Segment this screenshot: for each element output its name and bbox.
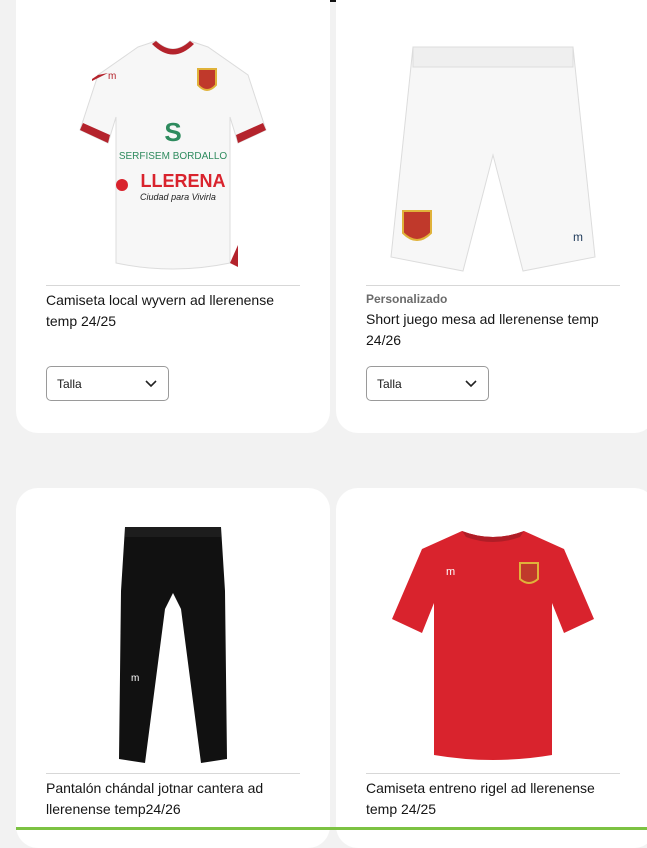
black-tracksuit-pants-icon: m [119,526,227,763]
svg-text:S: S [164,117,181,147]
sponsor-slogan: Ciudad para Vivirla [140,192,216,202]
svg-text:m: m [573,230,583,244]
product-image[interactable]: m S SERFISEM BORDALLO LLERENA Ciudad par… [46,30,300,280]
size-select[interactable]: Talla [366,366,489,401]
white-home-jersey-icon: m S SERFISEM BORDALLO LLERENA Ciudad par… [79,40,267,270]
divider [46,285,300,286]
product-tag: Personalizado [366,292,448,306]
product-card[interactable]: m S SERFISEM BORDALLO LLERENA Ciudad par… [16,0,330,433]
product-title[interactable]: Pantalón chándal jotnar cantera ad llere… [46,778,304,820]
chevron-down-icon [145,379,157,387]
size-select-label: Talla [377,376,402,391]
size-select[interactable]: Talla [46,366,169,401]
white-shorts-icon: m [390,46,596,272]
sponsor-text-1: SERFISEM BORDALLO [119,151,228,162]
product-card[interactable]: m Camiseta entreno rigel ad llerenense t… [336,488,647,848]
product-title[interactable]: Short juego mesa ad llerenense temp 24/2… [366,309,624,351]
product-image[interactable]: m [366,30,620,280]
divider [366,285,620,286]
svg-text:m: m [131,673,139,684]
product-title[interactable]: Camiseta entreno rigel ad llerenense tem… [366,778,624,820]
divider [46,773,300,774]
product-card[interactable]: m Pantalón chándal jotnar cantera ad lle… [16,488,330,848]
product-image[interactable]: m [46,518,300,768]
svg-text:m: m [446,566,455,578]
svg-text:m: m [108,71,116,82]
product-image[interactable]: m [366,518,620,768]
product-title[interactable]: Camiseta local wyvern ad llerenense temp… [46,290,304,332]
product-card[interactable]: m Personalizado Short juego mesa ad ller… [336,0,647,433]
divider [366,773,620,774]
sponsor-text-2: LLERENA [141,171,226,191]
chevron-down-icon [465,379,477,387]
size-select-label: Talla [57,376,82,391]
red-training-shirt-icon: m [392,531,594,760]
